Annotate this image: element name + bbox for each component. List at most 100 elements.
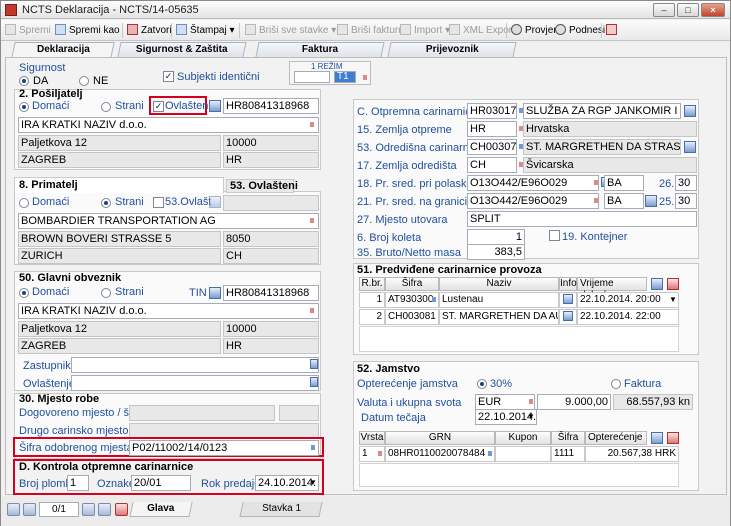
otpremna-code-field[interactable]: HR030171 — [467, 103, 517, 119]
otpremna-lookup-icon[interactable] — [684, 105, 696, 117]
rok-predaje-dropdown-icon[interactable]: ▼ — [307, 476, 319, 490]
provoz-info-icon[interactable] — [563, 294, 573, 304]
provoz-header-sifra[interactable]: Šifra — [385, 277, 439, 291]
delete-record-button[interactable] — [115, 503, 128, 516]
oznake-field[interactable]: 20/01 — [131, 475, 191, 491]
first-record-button[interactable] — [7, 503, 20, 516]
primatelj-lookup-icon[interactable] — [209, 196, 221, 208]
primatelj-oib-field[interactable] — [223, 195, 319, 211]
svota-field[interactable]: 9.000,00 — [537, 394, 611, 410]
zemlja-otpreme-name-field[interactable]: Hrvatska — [523, 121, 697, 137]
tab-stavka-1[interactable]: Stavka 1 — [239, 502, 323, 517]
svota-kn-field[interactable]: 68.557,93 kn — [613, 394, 693, 410]
ovlastenje-lookup-icon[interactable] — [310, 377, 318, 387]
obveznik-adresa-field[interactable]: Paljetkova 12 — [18, 321, 221, 337]
odredisna-name-field[interactable]: ST. MARGRETHEN DA STRASSE — [523, 139, 681, 155]
pager-field[interactable]: 0/1 — [39, 502, 79, 517]
provoz-row-rbr[interactable]: 1 — [359, 292, 385, 308]
zastupnik-lookup-icon[interactable] — [310, 359, 318, 369]
posiljatelj-drzava-field[interactable]: HR — [223, 152, 319, 168]
primatelj-strani-radio[interactable] — [101, 198, 111, 208]
provoz-header-vrijeme[interactable]: Vrijeme dolaska — [577, 277, 647, 301]
obveznik-domaci-radio[interactable] — [19, 288, 29, 298]
sred-granici-num-field[interactable]: 30 — [675, 193, 697, 209]
posiljatelj-adresa-field[interactable]: Paljetkova 12 — [18, 135, 221, 151]
zatvori-button[interactable]: Zatvori — [127, 23, 172, 38]
obveznik-posta-field[interactable]: 10000 — [223, 321, 319, 337]
obveznik-naziv-field[interactable]: IRA KRATKI NAZIV d.o.o. — [18, 303, 319, 319]
primatelj-adresa-field[interactable]: BROWN BOVERI STRASSE 5 — [18, 231, 221, 247]
sred-polasku-country-field[interactable]: BA — [604, 175, 644, 191]
provoz-add-row-icon[interactable] — [651, 278, 663, 290]
kontejner-checkbox[interactable] — [549, 230, 560, 241]
jamstvo-row-sifra[interactable]: 1111 — [551, 446, 585, 462]
odredisna-lookup-icon[interactable] — [684, 141, 696, 153]
jamstvo-row-kupon[interactable] — [495, 446, 551, 462]
jamstvo-row-grn[interactable]: 08HR0110020078484 — [385, 446, 495, 462]
jamstvo-header-kupon[interactable]: Kupon — [495, 431, 551, 445]
xml-export-button[interactable]: XML Export — [449, 23, 515, 38]
provjeri-button[interactable]: Provjeri — [511, 23, 559, 38]
obveznik-lookup-icon[interactable] — [209, 287, 221, 299]
last-record-button[interactable] — [98, 503, 111, 516]
ovlasteni-checkbox[interactable]: ✓ — [153, 101, 164, 112]
odredisna-code-field[interactable]: CH003071 — [467, 139, 517, 155]
vrijeme-dropdown-icon[interactable]: ▼ — [667, 293, 679, 307]
provoz-delete-row-icon[interactable] — [667, 278, 679, 290]
posiljatelj-mjesto-field[interactable]: ZAGREB — [18, 152, 221, 168]
jamstvo-add-row-icon[interactable] — [651, 432, 663, 444]
subjekti-checkbox[interactable]: ✓ — [163, 71, 174, 82]
mjesto-utovara-field[interactable]: SPLIT — [467, 211, 697, 227]
tab-prijevoznik[interactable]: Prijevoznik — [387, 42, 517, 57]
broj-plombi-field[interactable]: 1 — [67, 475, 89, 491]
posiljatelj-domaci-radio[interactable] — [19, 102, 29, 112]
prev-record-button[interactable] — [23, 503, 36, 516]
jamstvo-header-vrsta[interactable]: Vrsta — [359, 431, 385, 445]
posiljatelj-lookup-icon[interactable] — [209, 100, 221, 112]
valuta-field[interactable]: EUR — [475, 394, 535, 410]
podnesi-button[interactable]: Podnesi — [555, 23, 605, 38]
sred-granici-country-field[interactable]: BA — [604, 193, 644, 209]
minimize-button[interactable]: – — [653, 3, 675, 17]
zemlja-odredista-code-field[interactable]: CH — [467, 157, 517, 173]
jamstvo-faktura-radio[interactable] — [611, 379, 621, 389]
rezim-left-field[interactable] — [294, 71, 330, 83]
zemlja-odredista-name-field[interactable]: Švicarska — [523, 157, 697, 173]
sigurnost-ne-radio[interactable] — [79, 76, 89, 86]
otpremna-name-field[interactable]: SLUŽBA ZA RGP JANKOMIR I SL.ZO — [523, 103, 681, 119]
jamstvo-header-opterecenje[interactable]: Opterećenje — [585, 431, 647, 445]
jamstvo-header-sifra[interactable]: Šifra — [551, 431, 585, 445]
provoz-info-icon[interactable] — [563, 311, 573, 321]
tab-faktura[interactable]: Faktura — [255, 42, 385, 57]
jamstvo-row-opterecenje[interactable]: 20.567,38 HRK — [585, 446, 679, 462]
obveznik-mjesto-field[interactable]: ZAGREB — [18, 338, 221, 354]
posiljatelj-naziv-field[interactable]: IRA KRATKI NAZIV d.o.o. — [18, 117, 319, 133]
spremi-kao-button[interactable]: Spremi kao — [55, 23, 120, 38]
provoz-header-rbr[interactable]: R.br. — [359, 277, 385, 291]
tab-sigurnost-zastita[interactable]: Sigurnost & Zaštita — [117, 42, 247, 57]
zastupnik-field[interactable] — [71, 357, 319, 373]
obveznik-strani-radio[interactable] — [101, 288, 111, 298]
sred-polasku-field[interactable]: O13O442/E96O029 — [467, 175, 599, 191]
sred-polasku-num-field[interactable]: 30 — [675, 175, 697, 191]
brisi-stavke-button[interactable]: Briši sve stavke ▾ — [245, 23, 336, 38]
provoz-row-rbr[interactable]: 2 — [359, 309, 385, 325]
help-button[interactable] — [606, 23, 620, 38]
jamstvo-header-grn[interactable]: GRN — [385, 431, 495, 445]
provoz-header-naziv[interactable]: Naziv — [439, 277, 559, 291]
provoz-row-vrijeme[interactable]: 22.10.2014. 20:00 — [577, 292, 679, 308]
close-button[interactable]: × — [701, 3, 725, 17]
primatelj-drzava-field[interactable]: CH — [223, 248, 319, 264]
spremi-button[interactable]: Spremi — [5, 23, 51, 38]
posiljatelj-oib-field[interactable]: HR80841318968 — [223, 98, 319, 114]
datum-tecaja-dropdown-icon[interactable]: ▼ — [525, 410, 537, 424]
tab-glava[interactable]: Glava — [129, 502, 193, 517]
primatelj-domaci-radio[interactable] — [19, 198, 29, 208]
zemlja-otpreme-code-field[interactable]: HR — [467, 121, 517, 137]
provoz-row-vrijeme[interactable]: 22.10.2014. 22:00 — [577, 309, 679, 325]
primatelj-ovlast-checkbox[interactable] — [153, 197, 164, 208]
provoz-row-naziv[interactable]: ST. MARGRETHEN DA AU — [439, 309, 559, 325]
provoz-row-naziv[interactable]: Lustenau — [439, 292, 559, 308]
tab-deklaracija[interactable]: Deklaracija — [11, 42, 115, 58]
maximize-button[interactable]: □ — [677, 3, 699, 17]
